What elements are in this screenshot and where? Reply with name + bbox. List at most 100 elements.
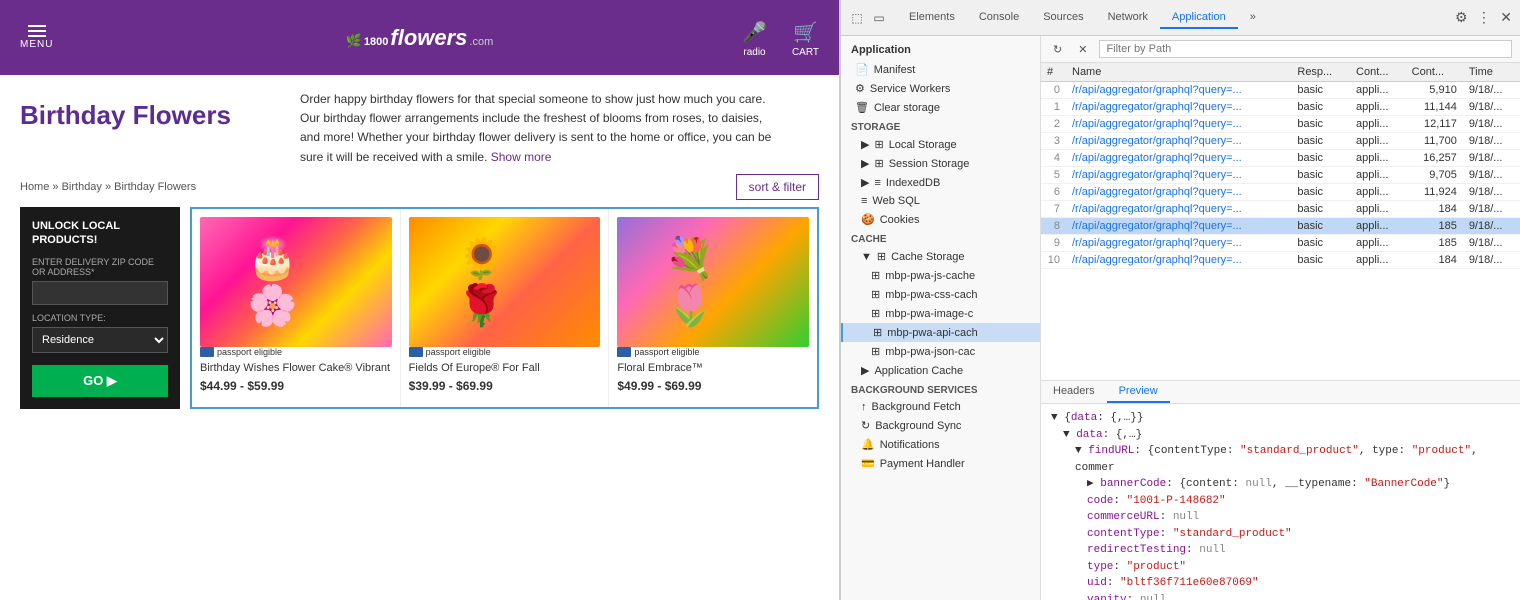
table-row[interactable]: 6 /r/api/aggregator/graphql?query=... ba… bbox=[1041, 184, 1520, 201]
sidebar-item-session-storage[interactable]: ▶ ⊞ Session Storage bbox=[841, 154, 1040, 173]
cell-resp: basic bbox=[1291, 201, 1350, 218]
products-area: UNLOCK LOCAL PRODUCTS! ENTER DELIVERY ZI… bbox=[20, 207, 819, 410]
table-row[interactable]: 1 /r/api/aggregator/graphql?query=... ba… bbox=[1041, 99, 1520, 116]
col-resp[interactable]: Resp... bbox=[1291, 63, 1350, 82]
cell-name: /r/api/aggregator/graphql?query=... bbox=[1066, 252, 1291, 269]
sidebar-item-payment-handler[interactable]: 💳 Payment Handler bbox=[841, 454, 1040, 473]
tab-application[interactable]: Application bbox=[1160, 7, 1238, 29]
sidebar-item-manifest[interactable]: 📄 Manifest bbox=[841, 60, 1040, 79]
cell-name: /r/api/aggregator/graphql?query=... bbox=[1066, 167, 1291, 184]
col-name[interactable]: Name bbox=[1066, 63, 1291, 82]
product-cards: passport eligible Birthday Wishes Flower… bbox=[190, 207, 819, 410]
zip-input[interactable] bbox=[32, 281, 168, 305]
col-cont1[interactable]: Cont... bbox=[1350, 63, 1406, 82]
sidebar-item-mbp-api[interactable]: ⊞ mbp-pwa-api-cach bbox=[841, 323, 1040, 342]
sidebar-item-mbp-image[interactable]: ⊞ mbp-pwa-image-c bbox=[841, 304, 1040, 323]
settings-icon[interactable]: ⚙ bbox=[1455, 9, 1468, 25]
tab-preview[interactable]: Preview bbox=[1107, 381, 1170, 403]
table-row[interactable]: 7 /r/api/aggregator/graphql?query=... ba… bbox=[1041, 201, 1520, 218]
sidebar-item-local-storage[interactable]: ▶ ⊞ Local Storage bbox=[841, 135, 1040, 154]
sort-filter-button[interactable]: sort & filter bbox=[736, 174, 819, 200]
go-button[interactable]: GO ▶ bbox=[32, 365, 168, 397]
menu-button[interactable]: MENU bbox=[20, 25, 53, 50]
sidebar-item-application-cache[interactable]: ▶ Application Cache bbox=[841, 361, 1040, 380]
cell-resp: basic bbox=[1291, 150, 1350, 167]
table-row[interactable]: 0 /r/api/aggregator/graphql?query=... ba… bbox=[1041, 82, 1520, 99]
sidebar-item-indexed-db[interactable]: ▶ ≡ IndexedDB bbox=[841, 173, 1040, 192]
tab-network[interactable]: Network bbox=[1096, 7, 1160, 29]
cell-cont2: 184 bbox=[1406, 201, 1463, 218]
sidebar-item-bg-sync[interactable]: ↻ Background Sync bbox=[841, 416, 1040, 435]
sidebar-item-cookies[interactable]: 🍪 Cookies bbox=[841, 210, 1040, 229]
table-row[interactable]: 9 /r/api/aggregator/graphql?query=... ba… bbox=[1041, 235, 1520, 252]
cell-time: 9/18/... bbox=[1463, 150, 1520, 167]
col-time[interactable]: Time bbox=[1463, 63, 1520, 82]
table-row[interactable]: 4 /r/api/aggregator/graphql?query=... ba… bbox=[1041, 150, 1520, 167]
sidebar-item-service-workers[interactable]: ⚙ Service Workers bbox=[841, 79, 1040, 98]
device-icon[interactable]: ▭ bbox=[871, 10, 887, 26]
show-more-link[interactable]: Show more bbox=[491, 150, 552, 164]
app-sidebar: Application 📄 Manifest ⚙ Service Workers… bbox=[841, 36, 1041, 600]
cell-resp: basic bbox=[1291, 133, 1350, 150]
product-card-2: passport eligible Fields Of Europe® For … bbox=[401, 209, 610, 408]
requests-table: # Name Resp... Cont... Cont... Time 0 /r… bbox=[1041, 63, 1520, 269]
cell-name: /r/api/aggregator/graphql?query=... bbox=[1066, 99, 1291, 116]
sidebar-item-cache-storage[interactable]: ▼ ⊞ Cache Storage bbox=[841, 247, 1040, 266]
filter-input[interactable] bbox=[1099, 40, 1512, 58]
sidebar-item-mbp-json[interactable]: ⊞ mbp-pwa-json-cac bbox=[841, 342, 1040, 361]
table-row[interactable]: 3 /r/api/aggregator/graphql?query=... ba… bbox=[1041, 133, 1520, 150]
tab-console[interactable]: Console bbox=[967, 7, 1031, 29]
cell-time: 9/18/... bbox=[1463, 235, 1520, 252]
col-cont2[interactable]: Cont... bbox=[1406, 63, 1463, 82]
cell-cont1: appli... bbox=[1350, 99, 1406, 116]
preview-content: ▼ {data: {,…}} ▼ data: {,…} ▼ findURL: {… bbox=[1041, 404, 1520, 600]
logo-flowers: flowers bbox=[390, 25, 467, 51]
cell-resp: basic bbox=[1291, 116, 1350, 133]
manifest-icon: 📄 bbox=[855, 63, 869, 76]
network-table: # Name Resp... Cont... Cont... Time 0 /r… bbox=[1041, 63, 1520, 380]
tab-headers[interactable]: Headers bbox=[1041, 381, 1107, 403]
location-select[interactable]: Residence bbox=[32, 327, 168, 353]
page-description: Order happy birthday flowers for that sp… bbox=[300, 90, 780, 167]
refresh-button[interactable]: ↻ bbox=[1049, 41, 1066, 58]
table-row[interactable]: 10 /r/api/aggregator/graphql?query=... b… bbox=[1041, 252, 1520, 269]
background-group-header: Background Services bbox=[841, 380, 1040, 398]
cell-time: 9/18/... bbox=[1463, 99, 1520, 116]
sidebar-item-bg-fetch[interactable]: ↑ Background Fetch bbox=[841, 398, 1040, 416]
cell-time: 9/18/... bbox=[1463, 82, 1520, 99]
table-row[interactable]: 2 /r/api/aggregator/graphql?query=... ba… bbox=[1041, 116, 1520, 133]
sidebar-item-web-sql[interactable]: ≡ Web SQL bbox=[841, 192, 1040, 210]
more-options-icon[interactable]: ⋮ bbox=[1477, 9, 1491, 25]
table-row[interactable]: 5 /r/api/aggregator/graphql?query=... ba… bbox=[1041, 167, 1520, 184]
tab-elements[interactable]: Elements bbox=[897, 7, 967, 29]
cell-time: 9/18/... bbox=[1463, 133, 1520, 150]
table-row[interactable]: 8 /r/api/aggregator/graphql?query=... ba… bbox=[1041, 218, 1520, 235]
network-toolbar: ↻ ✕ bbox=[1041, 36, 1520, 63]
radio-button[interactable]: 🎤 radio bbox=[742, 18, 767, 58]
cell-resp: basic bbox=[1291, 99, 1350, 116]
cell-name: /r/api/aggregator/graphql?query=... bbox=[1066, 235, 1291, 252]
sidebar-item-mbp-js[interactable]: ⊞ mbp-pwa-js-cache bbox=[841, 266, 1040, 285]
cart-label: CART bbox=[792, 47, 819, 58]
tab-more[interactable]: » bbox=[1238, 7, 1268, 29]
close-devtools-icon[interactable]: ✕ bbox=[1500, 9, 1512, 25]
tab-sources[interactable]: Sources bbox=[1031, 7, 1095, 29]
sidebar-item-clear-storage[interactable]: 🗑 Clear storage bbox=[841, 98, 1040, 117]
header-right: 🎤 radio 🛒 CART bbox=[742, 18, 819, 58]
cell-cont1: appli... bbox=[1350, 133, 1406, 150]
indexed-db-icon: ≡ bbox=[874, 177, 880, 189]
sidebar-item-mbp-css[interactable]: ⊞ mbp-pwa-css-cach bbox=[841, 285, 1040, 304]
cell-num: 9 bbox=[1041, 235, 1066, 252]
inspect-icon[interactable]: ⬚ bbox=[849, 10, 865, 26]
cell-num: 4 bbox=[1041, 150, 1066, 167]
cell-time: 9/18/... bbox=[1463, 167, 1520, 184]
site-logo[interactable]: 🌿 1800 flowers .com bbox=[346, 25, 494, 51]
menu-label: MENU bbox=[20, 39, 53, 50]
clear-button[interactable]: ✕ bbox=[1074, 41, 1091, 58]
sidebar-item-notifications[interactable]: 🔔 Notifications bbox=[841, 435, 1040, 454]
cart-button[interactable]: 🛒 CART bbox=[792, 18, 819, 58]
cell-cont2: 185 bbox=[1406, 218, 1463, 235]
cell-name: /r/api/aggregator/graphql?query=... bbox=[1066, 184, 1291, 201]
product-image-2 bbox=[409, 217, 601, 347]
product-name-2: Fields Of Europe® For Fall bbox=[409, 361, 601, 375]
